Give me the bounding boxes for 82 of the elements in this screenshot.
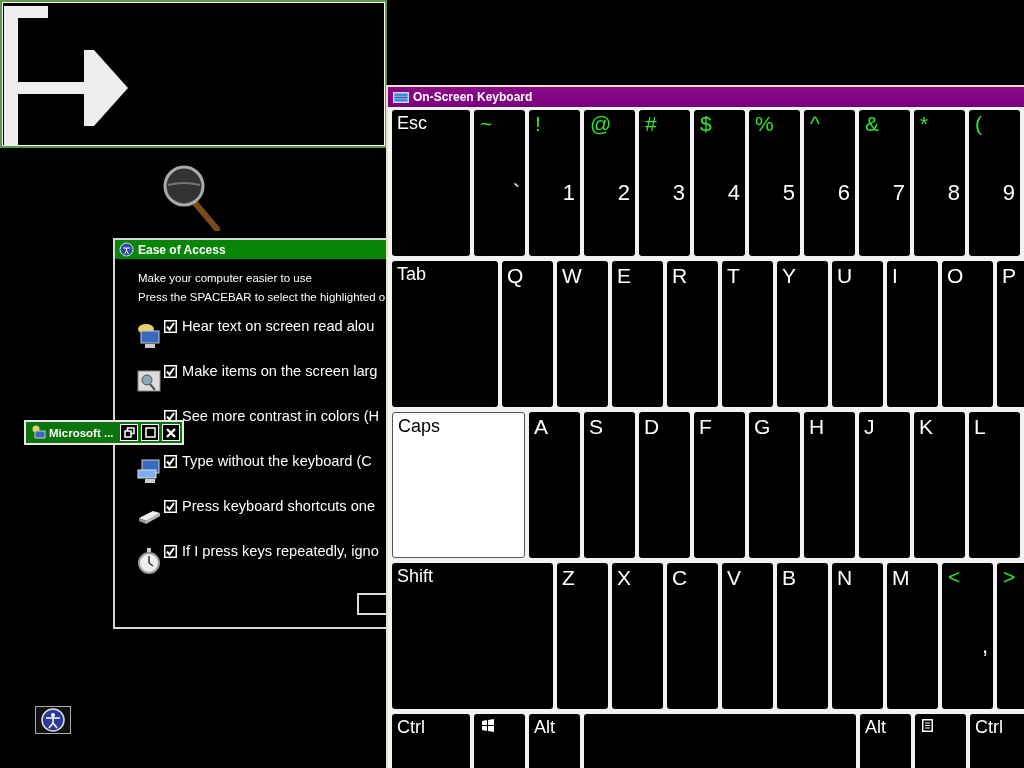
checkbox[interactable]: [164, 365, 177, 378]
accessibility-icon[interactable]: [35, 706, 71, 734]
keyboard-icon: [393, 91, 409, 103]
computer-icon: [31, 425, 46, 440]
instruction-text: Press the SPACEBAR to select the highlighted o: [138, 290, 387, 305]
keys-icon: [137, 508, 161, 524]
keyboard-key[interactable]: * 8: [914, 110, 965, 256]
checkbox[interactable]: [164, 500, 177, 513]
keyboard-key[interactable]: C: [667, 563, 718, 709]
keyboard-key[interactable]: E: [612, 261, 663, 407]
keyboard-key[interactable]: L: [969, 412, 1020, 558]
keyboard-key[interactable]: V: [722, 563, 773, 709]
magnifier-icon[interactable]: [163, 165, 221, 231]
keyboard-key[interactable]: Caps: [392, 412, 525, 558]
stopwatch-icon: [137, 548, 161, 574]
checkbox[interactable]: [164, 320, 177, 333]
keyboard-key[interactable]: X: [612, 563, 663, 709]
keyboard-key[interactable]: Esc: [392, 110, 470, 256]
minimized-window[interactable]: Microsoft ...: [24, 420, 184, 445]
option-label[interactable]: Type without the keyboard (C: [182, 452, 372, 470]
keyboard-key[interactable]: Ctrl: [392, 714, 470, 768]
keyboard-key[interactable]: U: [832, 261, 883, 407]
keyboard-key[interactable]: Alt: [529, 714, 580, 768]
keyboard-key[interactable]: & 7: [859, 110, 910, 256]
keyboard-key[interactable]: K: [914, 412, 965, 558]
keyboard-key[interactable]: Shift: [392, 563, 553, 709]
option-label[interactable]: See more contrast in colors (H: [182, 407, 380, 425]
checkbox[interactable]: [164, 545, 177, 558]
windows-logo-icon: [481, 719, 495, 732]
keyboard-key[interactable]: Tab: [392, 261, 498, 407]
keyboard-key[interactable]: F: [694, 412, 745, 558]
option-label[interactable]: Make items on the screen larg: [182, 362, 378, 380]
restore-icon: [123, 427, 135, 438]
accessibility-icon: [119, 242, 134, 257]
close-icon: [166, 427, 176, 438]
keyboard-key[interactable]: # 3: [639, 110, 690, 256]
window-title: On-Screen Keyboard: [413, 90, 533, 104]
keyboard-key[interactable]: Q: [502, 261, 553, 407]
keyboard-key[interactable]: A: [529, 412, 580, 558]
keyboard-key[interactable]: Y: [777, 261, 828, 407]
dialog-button[interactable]: [357, 593, 387, 615]
keyboard-key[interactable]: P: [997, 261, 1024, 407]
speaker-monitor-icon: [137, 323, 161, 349]
keyboard-key[interactable]: Alt: [860, 714, 911, 768]
keyboard-key[interactable]: >: [997, 563, 1024, 709]
menu-icon: [922, 719, 933, 732]
keyboard-key[interactable]: O: [942, 261, 993, 407]
maximize-icon: [144, 427, 156, 438]
maximize-button[interactable]: [141, 424, 159, 441]
keyboard-key[interactable]: D: [639, 412, 690, 558]
keyboard-key[interactable]: @ 2: [584, 110, 635, 256]
checkbox[interactable]: [164, 455, 177, 468]
intro-text: Make your computer easier to use: [138, 271, 313, 286]
option-label[interactable]: Hear text on screen read alou: [182, 317, 375, 335]
keyboard-key[interactable]: ^ 6: [804, 110, 855, 256]
keyboard-key[interactable]: < ,: [942, 563, 993, 709]
keyboard-key[interactable]: I: [887, 261, 938, 407]
keyboard-key[interactable]: N: [832, 563, 883, 709]
keyboard-key[interactable]: ~ `: [474, 110, 525, 256]
keyboard-monitor-icon: [137, 458, 161, 484]
keyboard-key[interactable]: ( 9: [969, 110, 1020, 256]
window-title: Microsoft ...: [49, 426, 114, 439]
keyboard-key[interactable]: % 5: [749, 110, 800, 256]
keyboard-key[interactable]: R: [667, 261, 718, 407]
restore-button[interactable]: [120, 424, 138, 441]
keyboard-key[interactable]: M: [887, 563, 938, 709]
keyboard-key[interactable]: S: [584, 412, 635, 558]
keyboard-key[interactable]: ! 1: [529, 110, 580, 256]
window-title: Ease of Access: [138, 242, 226, 257]
keyboard-key[interactable]: W: [557, 261, 608, 407]
keyboard-key[interactable]: J: [859, 412, 910, 558]
keyboard-key[interactable]: H: [804, 412, 855, 558]
keyboard-key[interactable]: T: [722, 261, 773, 407]
keyboard-key[interactable]: Z: [557, 563, 608, 709]
keyboard-key[interactable]: G: [749, 412, 800, 558]
option-label[interactable]: If I press keys repeatedly, igno: [182, 542, 379, 560]
option-label[interactable]: Press keyboard shortcuts one: [182, 497, 376, 515]
keyboard-key[interactable]: B: [777, 563, 828, 709]
keyboard-key[interactable]: $ 4: [694, 110, 745, 256]
keyboard-key[interactable]: Ctrl: [970, 714, 1024, 768]
close-button[interactable]: [162, 424, 180, 441]
magnified-screen-icon: [137, 369, 161, 393]
